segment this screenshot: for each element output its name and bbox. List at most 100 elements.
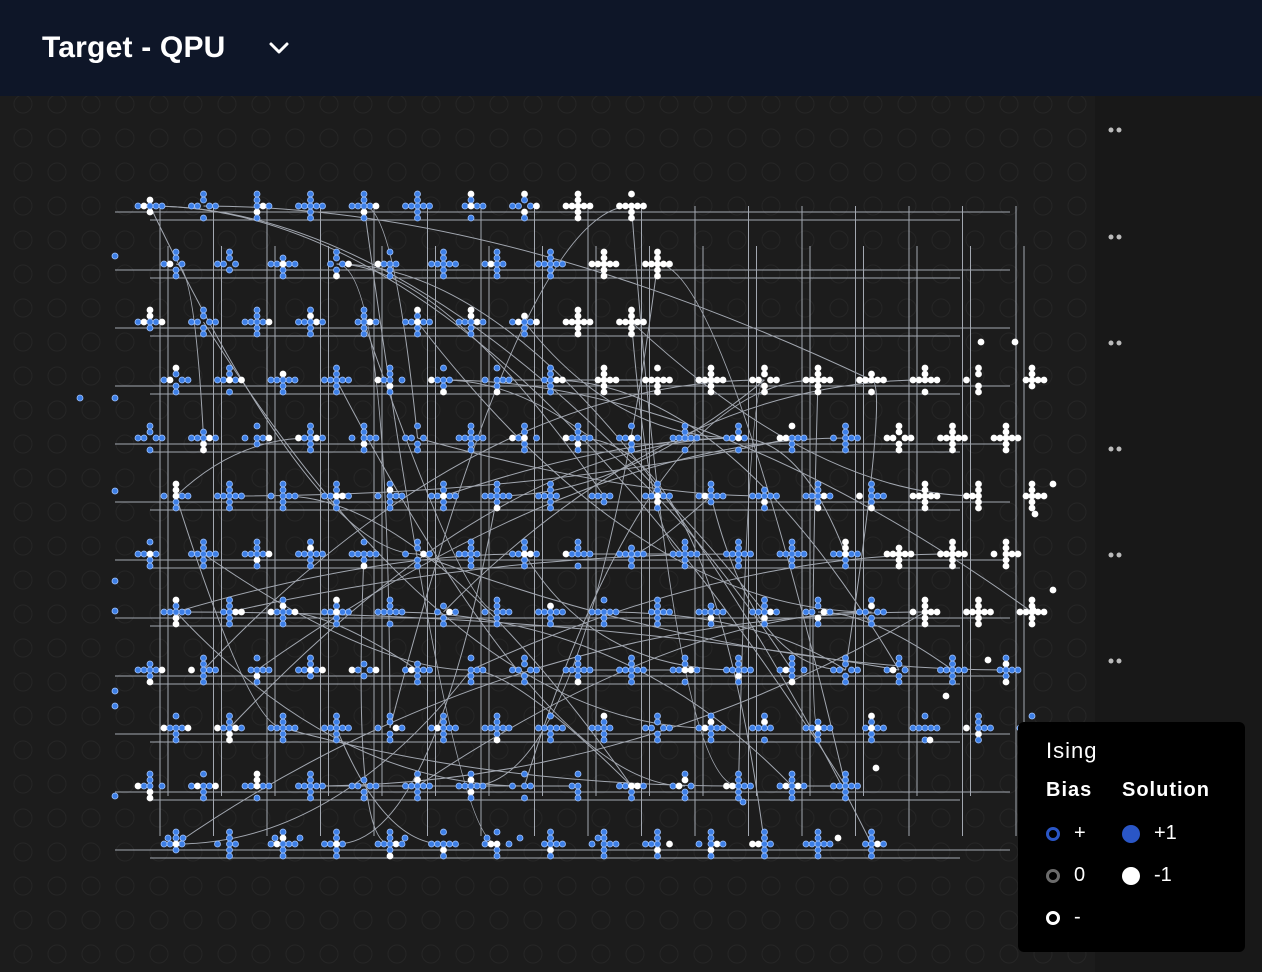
qubit-node[interactable]: [675, 666, 683, 674]
qubit-node[interactable]: [814, 730, 822, 738]
qubit-node[interactable]: [660, 492, 667, 500]
qubit-node[interactable]: [547, 248, 554, 256]
qubit-node[interactable]: [426, 550, 433, 558]
qubit-node[interactable]: [707, 724, 715, 732]
qubit-node[interactable]: [574, 562, 582, 570]
qubit-node[interactable]: [333, 840, 340, 848]
qubit-node[interactable]: [440, 492, 447, 500]
qubit-node[interactable]: [111, 252, 119, 260]
qubit-node[interactable]: [868, 480, 875, 488]
qubit-node[interactable]: [200, 788, 207, 796]
qubit-node[interactable]: [535, 608, 542, 616]
qubit-node[interactable]: [628, 544, 635, 552]
qubit-node[interactable]: [354, 782, 362, 790]
qubit-node[interactable]: [333, 596, 340, 604]
qubit-node[interactable]: [533, 434, 540, 442]
qubit-node[interactable]: [707, 382, 715, 390]
qubit-node[interactable]: [868, 718, 875, 726]
qubit-node[interactable]: [719, 376, 727, 384]
qubit-node[interactable]: [408, 782, 415, 790]
qubit-node[interactable]: [160, 840, 168, 848]
qubit-node[interactable]: [426, 782, 433, 790]
qubit-node[interactable]: [981, 608, 988, 616]
qubit-node[interactable]: [628, 330, 635, 338]
qubit-node[interactable]: [345, 492, 352, 500]
qubit-node[interactable]: [921, 712, 929, 720]
qubit-node[interactable]: [134, 434, 142, 442]
qubit-node[interactable]: [943, 550, 950, 558]
qubit-node[interactable]: [238, 492, 245, 500]
qubit-node[interactable]: [600, 614, 608, 622]
qubit-node[interactable]: [160, 724, 168, 732]
qubit-node[interactable]: [467, 788, 475, 796]
qubit-node[interactable]: [152, 550, 160, 558]
qubit-node[interactable]: [479, 782, 487, 790]
qubit-node[interactable]: [493, 846, 501, 854]
qubit-node[interactable]: [594, 724, 602, 732]
qubit-node[interactable]: [868, 852, 875, 860]
qubit-node[interactable]: [321, 724, 328, 732]
qubit-node[interactable]: [414, 324, 421, 332]
qubit-node[interactable]: [398, 608, 406, 616]
qubit-node[interactable]: [499, 492, 507, 500]
qubit-node[interactable]: [1002, 550, 1010, 558]
qubit-node[interactable]: [247, 782, 255, 790]
qubit-node[interactable]: [333, 620, 340, 628]
qubit-node[interactable]: [842, 788, 849, 796]
qubit-node[interactable]: [616, 550, 623, 558]
qubit-node[interactable]: [802, 840, 810, 848]
qubit-node[interactable]: [279, 840, 287, 848]
qubit-node[interactable]: [253, 794, 261, 802]
qubit-node[interactable]: [392, 492, 400, 500]
qubit-node[interactable]: [402, 666, 409, 674]
qubit-node[interactable]: [226, 846, 233, 854]
qubit-node[interactable]: [307, 550, 314, 558]
qubit-node[interactable]: [414, 782, 421, 790]
qubit-node[interactable]: [493, 388, 501, 396]
qubit-node[interactable]: [814, 596, 822, 604]
qubit-node[interactable]: [420, 434, 427, 442]
qubit-node[interactable]: [307, 312, 314, 320]
qubit-node[interactable]: [267, 492, 275, 500]
qubit-node[interactable]: [701, 376, 709, 384]
qubit-node[interactable]: [487, 492, 495, 500]
qubit-node[interactable]: [735, 428, 742, 436]
qubit-node[interactable]: [279, 260, 287, 268]
qubit-node[interactable]: [461, 202, 469, 210]
qubit-node[interactable]: [547, 370, 554, 378]
qubit-node[interactable]: [559, 840, 566, 848]
qubit-node[interactable]: [681, 666, 689, 674]
qubit-node[interactable]: [521, 538, 528, 546]
qubit-node[interactable]: [574, 324, 582, 332]
qubit-node[interactable]: [212, 434, 219, 442]
qubit-node[interactable]: [761, 492, 768, 500]
qubit-node[interactable]: [188, 318, 195, 326]
qubit-node[interactable]: [547, 382, 554, 390]
qubit-node[interactable]: [279, 492, 287, 500]
qubit-node[interactable]: [360, 422, 368, 430]
qubit-node[interactable]: [669, 666, 677, 674]
qubit-node[interactable]: [842, 556, 849, 564]
qubit-node[interactable]: [386, 834, 394, 842]
qubit-node[interactable]: [279, 254, 287, 262]
qubit-node[interactable]: [301, 434, 308, 442]
qubit-node[interactable]: [307, 446, 314, 454]
qubit-node[interactable]: [273, 840, 281, 848]
qubit-node[interactable]: [253, 562, 261, 570]
qubit-node[interactable]: [616, 202, 623, 210]
qubit-node[interactable]: [719, 608, 727, 616]
qubit-node[interactable]: [568, 434, 576, 442]
qubit-node[interactable]: [634, 318, 641, 326]
qubit-node[interactable]: [773, 376, 780, 384]
qubit-node[interactable]: [140, 550, 148, 558]
qubit-node[interactable]: [273, 376, 281, 384]
qubit-node[interactable]: [1014, 666, 1022, 674]
qubit-node[interactable]: [354, 550, 362, 558]
qubit-node[interactable]: [681, 654, 689, 662]
qubit-node[interactable]: [729, 782, 736, 790]
qubit-node[interactable]: [226, 480, 233, 488]
qubit-node[interactable]: [166, 724, 174, 732]
qubit-node[interactable]: [374, 608, 382, 616]
qubit-node[interactable]: [467, 782, 475, 790]
qubit-node[interactable]: [687, 782, 695, 790]
